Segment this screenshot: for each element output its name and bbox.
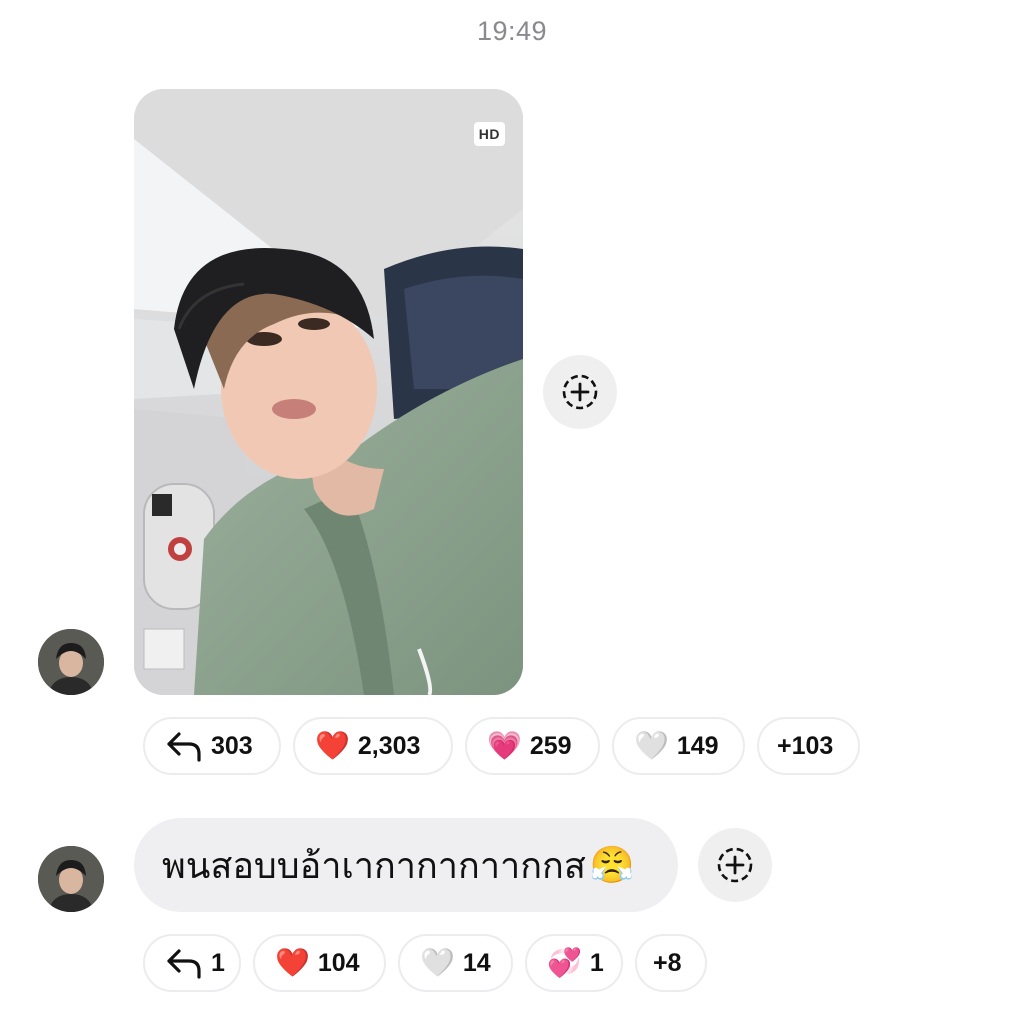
reaction-chip-heart-ribbon[interactable]: 💞 1 — [525, 934, 623, 992]
add-reaction-icon — [562, 374, 598, 410]
steam-face-emoji: 😤 — [589, 845, 635, 886]
add-reaction-icon — [717, 847, 753, 883]
reaction-chip-white-heart[interactable]: 🤍 14 — [398, 934, 513, 992]
heart-with-ribbon-icon: 💞 — [547, 946, 582, 979]
red-heart-icon: ❤️ — [275, 946, 310, 979]
reaction-count: 259 — [529, 731, 572, 760]
more-reactions-chip[interactable]: +8 — [635, 934, 707, 992]
avatar-image — [38, 629, 104, 695]
red-heart-icon: ❤️ — [315, 729, 350, 762]
white-heart-icon: 🤍 — [634, 729, 669, 762]
more-reactions-count: +8 — [653, 948, 682, 977]
add-reaction-button[interactable] — [698, 828, 772, 902]
photo-message[interactable]: HD — [134, 89, 523, 695]
reaction-chip-red-heart[interactable]: ❤️ 2,303 — [293, 717, 453, 775]
reply-arrow-icon — [165, 730, 203, 762]
selfie-photo — [134, 89, 523, 695]
reply-count: 303 — [211, 731, 253, 760]
text-message-bubble[interactable]: พนสอบบอ้าเากากากาากกส 😤 — [134, 818, 678, 912]
text-reactions: 1 ❤️ 104 🤍 14 💞 1 +8 — [143, 934, 719, 992]
message-text: พนสอบบอ้าเากากากาากกส — [162, 845, 586, 887]
reply-count-chip[interactable]: 1 — [143, 934, 241, 992]
reaction-count: 14 — [462, 948, 491, 977]
reaction-count: 149 — [676, 731, 719, 760]
message-timestamp: 19:49 — [476, 16, 548, 46]
reaction-count: 104 — [317, 948, 360, 977]
reply-count: 1 — [211, 948, 225, 977]
reaction-chip-red-heart[interactable]: ❤️ 104 — [253, 934, 386, 992]
avatar-image — [38, 846, 104, 912]
reaction-chip-white-heart[interactable]: 🤍 149 — [612, 717, 745, 775]
hd-badge: HD — [473, 122, 505, 146]
reaction-chip-pink-heart[interactable]: 💗 259 — [465, 717, 600, 775]
reply-count-chip[interactable]: 303 — [143, 717, 281, 775]
more-reactions-count: +103 — [777, 731, 834, 760]
reaction-count: 1 — [589, 948, 604, 977]
pink-heart-icon: 💗 — [487, 729, 522, 762]
reaction-count: 2,303 — [357, 731, 421, 760]
white-heart-icon: 🤍 — [420, 946, 455, 979]
photo-reactions: 303 ❤️ 2,303 💗 259 🤍 149 +103 — [143, 717, 872, 775]
more-reactions-chip[interactable]: +103 — [757, 717, 860, 775]
sender-avatar[interactable] — [38, 846, 104, 912]
sender-avatar[interactable] — [38, 629, 104, 695]
add-reaction-button[interactable] — [543, 355, 617, 429]
reply-arrow-icon — [165, 947, 203, 979]
